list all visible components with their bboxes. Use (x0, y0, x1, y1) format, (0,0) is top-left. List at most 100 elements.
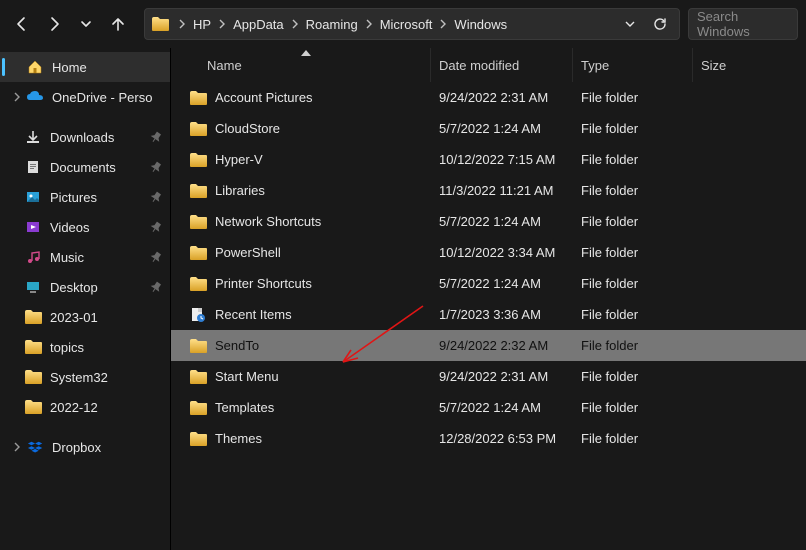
sidebar-item-label: topics (50, 340, 162, 355)
breadcrumb-segment[interactable]: Windows (450, 17, 511, 32)
video-icon (24, 218, 42, 236)
sidebar-item[interactable]: System32 (0, 362, 170, 392)
table-row[interactable]: Recent Items1/7/2023 3:36 AMFile folder (171, 299, 806, 330)
file-name: Start Menu (215, 369, 279, 384)
table-row[interactable]: Themes 12/28/2022 6:53 PMFile folder (171, 423, 806, 454)
sidebar-item-label: System32 (50, 370, 162, 385)
sidebar-item[interactable]: 2023-01 (0, 302, 170, 332)
chevron-right-icon[interactable] (362, 17, 376, 31)
file-date: 5/7/2022 1:24 AM (431, 400, 573, 415)
column-header-date[interactable]: Date modified (431, 48, 573, 82)
chevron-right-icon[interactable] (436, 17, 450, 31)
recent-locations-button[interactable] (72, 10, 100, 38)
file-type: File folder (573, 307, 693, 322)
dropbox-icon (26, 438, 44, 456)
back-button[interactable] (8, 10, 36, 38)
folder-icon (24, 308, 42, 326)
folder-icon (189, 337, 207, 355)
search-input[interactable]: Search Windows (688, 8, 798, 40)
sidebar-item-label: OneDrive - Perso (52, 90, 162, 105)
breadcrumb-segment[interactable]: HP (189, 17, 215, 32)
forward-button[interactable] (40, 10, 68, 38)
recent-items-icon (189, 306, 207, 324)
file-type: File folder (573, 369, 693, 384)
navigation-pane: Home OneDrive - Perso Downloads Documents… (0, 48, 170, 550)
breadcrumb-segment[interactable]: AppData (229, 17, 288, 32)
table-row[interactable]: SendTo9/24/2022 2:32 AMFile folder (171, 330, 806, 361)
sidebar-item-label: Videos (50, 220, 148, 235)
chevron-right-icon[interactable] (215, 17, 229, 31)
file-type: File folder (573, 152, 693, 167)
sidebar-item-label: Pictures (50, 190, 148, 205)
folder-icon (189, 368, 207, 386)
file-type: File folder (573, 400, 693, 415)
sidebar-item[interactable]: Documents (0, 152, 170, 182)
sidebar-item-label: Documents (50, 160, 148, 175)
sidebar-item-label: 2022-12 (50, 400, 162, 415)
sidebar-item[interactable]: Downloads (0, 122, 170, 152)
sidebar-item-label: Music (50, 250, 148, 265)
file-date: 1/7/2023 3:36 AM (431, 307, 573, 322)
table-row[interactable]: CloudStore5/7/2022 1:24 AMFile folder (171, 113, 806, 144)
file-date: 12/28/2022 6:53 PM (431, 431, 573, 446)
sidebar-item[interactable]: topics (0, 332, 170, 362)
sidebar-item-label: Downloads (50, 130, 148, 145)
desktop-icon (24, 278, 42, 296)
sidebar-item[interactable]: Pictures (0, 182, 170, 212)
sidebar-item-label: Dropbox (52, 440, 162, 455)
table-row[interactable]: Printer Shortcuts5/7/2022 1:24 AMFile fo… (171, 268, 806, 299)
sidebar-item-dropbox[interactable]: Dropbox (0, 432, 170, 462)
file-name: SendTo (215, 338, 259, 353)
file-type: File folder (573, 338, 693, 353)
folder-icon (189, 399, 207, 417)
address-bar[interactable]: HP AppData Roaming Microsoft Windows (144, 8, 680, 40)
file-type: File folder (573, 90, 693, 105)
breadcrumb-segment[interactable]: Microsoft (376, 17, 437, 32)
file-type: File folder (573, 245, 693, 260)
address-dropdown-button[interactable] (617, 11, 643, 37)
file-type: File folder (573, 276, 693, 291)
refresh-button[interactable] (647, 11, 673, 37)
folder-icon (189, 89, 207, 107)
file-name: Libraries (215, 183, 265, 198)
up-button[interactable] (104, 10, 132, 38)
folder-icon (24, 338, 42, 356)
folder-icon (189, 120, 207, 138)
file-date: 5/7/2022 1:24 AM (431, 214, 573, 229)
chevron-right-icon[interactable] (175, 17, 189, 31)
table-row[interactable]: Templates5/7/2022 1:24 AMFile folder (171, 392, 806, 423)
file-type: File folder (573, 183, 693, 198)
table-row[interactable]: Network Shortcuts5/7/2022 1:24 AMFile fo… (171, 206, 806, 237)
pin-icon (148, 280, 162, 294)
pin-icon (148, 130, 162, 144)
column-headers: Name Date modified Type Size (171, 48, 806, 82)
sort-indicator-icon (301, 50, 311, 56)
file-type: File folder (573, 431, 693, 446)
expand-caret[interactable] (10, 92, 24, 102)
table-row[interactable]: Libraries 11/3/2022 11:21 AMFile folder (171, 175, 806, 206)
table-row[interactable]: Hyper-V10/12/2022 7:15 AMFile folder (171, 144, 806, 175)
column-header-type[interactable]: Type (573, 48, 693, 82)
sidebar-item-home[interactable]: Home (0, 52, 170, 82)
table-row[interactable]: Account Pictures9/24/2022 2:31 AMFile fo… (171, 82, 806, 113)
file-name: Themes (215, 431, 262, 446)
column-header-name[interactable]: Name (181, 48, 431, 82)
file-list-pane: Name Date modified Type Size Account Pic… (170, 48, 806, 550)
folder-icon (151, 15, 169, 33)
file-name: Printer Shortcuts (215, 276, 312, 291)
sidebar-item[interactable]: Music (0, 242, 170, 272)
column-header-size[interactable]: Size (693, 48, 806, 82)
folder-icon (24, 368, 42, 386)
sidebar-item[interactable]: 2022-12 (0, 392, 170, 422)
table-row[interactable]: PowerShell10/12/2022 3:34 AMFile folder (171, 237, 806, 268)
expand-caret[interactable] (10, 442, 24, 452)
sidebar-item[interactable]: Videos (0, 212, 170, 242)
chevron-right-icon[interactable] (288, 17, 302, 31)
folder-icon (189, 275, 207, 293)
file-date: 11/3/2022 11:21 AM (431, 183, 573, 198)
breadcrumb-segment[interactable]: Roaming (302, 17, 362, 32)
sidebar-item-onedrive[interactable]: OneDrive - Perso (0, 82, 170, 112)
table-row[interactable]: Start Menu9/24/2022 2:31 AMFile folder (171, 361, 806, 392)
onedrive-icon (26, 88, 44, 106)
sidebar-item[interactable]: Desktop (0, 272, 170, 302)
